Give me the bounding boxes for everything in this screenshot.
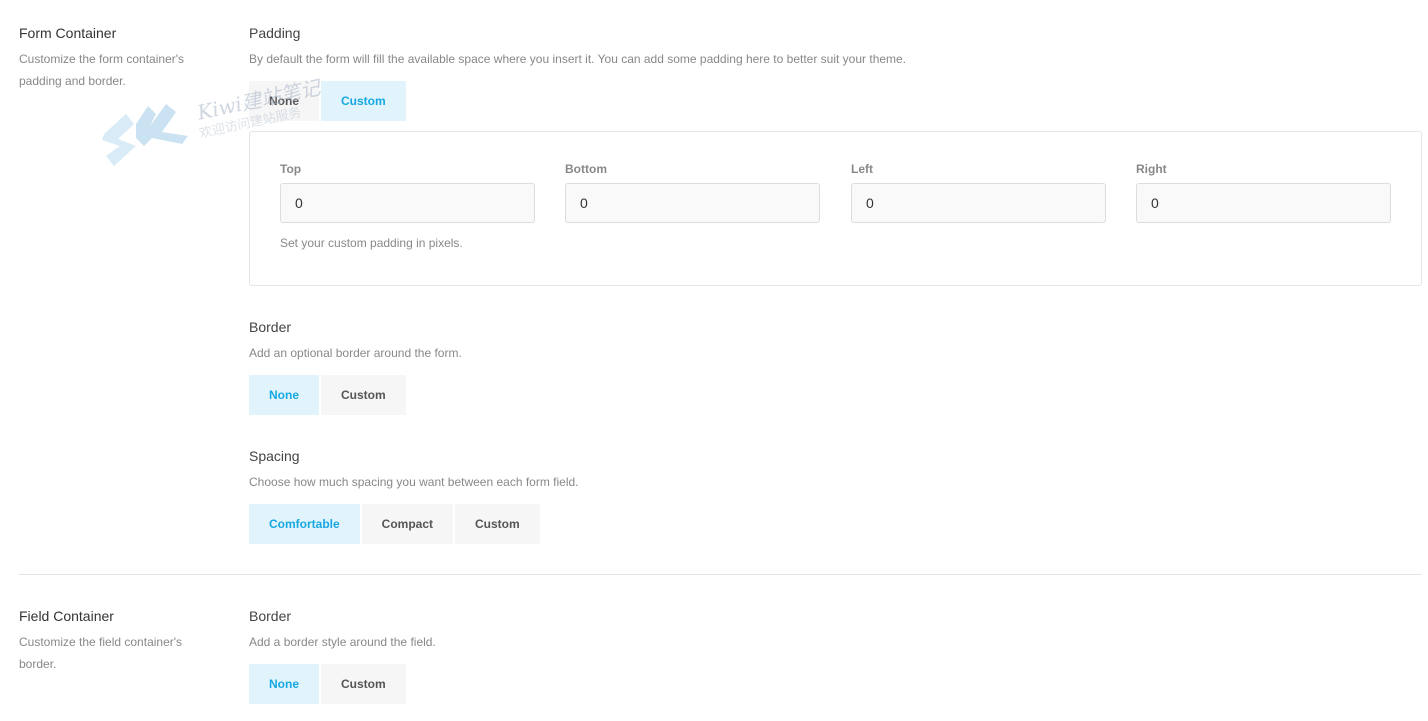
padding-left-input[interactable] <box>851 183 1106 223</box>
form-container-description: Customize the form container's padding a… <box>19 52 185 88</box>
form-container-title: Form Container <box>19 25 117 41</box>
padding-none-button[interactable]: None <box>249 81 319 121</box>
padding-title: Padding <box>249 25 301 41</box>
field-border-description: Add a border style around the field. <box>249 635 436 649</box>
field-border-custom-button[interactable]: Custom <box>321 664 406 704</box>
padding-top-input[interactable] <box>280 183 535 223</box>
spacing-options: Comfortable Compact Custom <box>249 504 542 544</box>
border-custom-button[interactable]: Custom <box>321 375 406 415</box>
spacing-compact-button[interactable]: Compact <box>361 504 454 544</box>
border-options: None Custom <box>249 375 408 415</box>
spacing-custom-button[interactable]: Custom <box>455 504 540 544</box>
padding-options: None Custom <box>249 81 408 121</box>
section-divider <box>19 574 1422 575</box>
padding-help-text: Set your custom padding in pixels. <box>280 236 463 250</box>
padding-top-field: Top <box>280 162 535 223</box>
spacing-description: Choose how much spacing you want between… <box>249 475 579 489</box>
padding-bottom-input[interactable] <box>565 183 820 223</box>
field-border-none-button[interactable]: None <box>249 664 319 704</box>
field-container-title: Field Container <box>19 608 114 624</box>
border-description: Add an optional border around the form. <box>249 346 462 360</box>
spacing-title: Spacing <box>249 448 300 464</box>
padding-description: By default the form will fill the availa… <box>249 52 907 66</box>
padding-custom-button[interactable]: Custom <box>321 81 406 121</box>
padding-bottom-field: Bottom <box>565 162 820 223</box>
spacing-comfortable-button[interactable]: Comfortable <box>249 504 360 544</box>
border-none-button[interactable]: None <box>249 375 319 415</box>
custom-padding-panel: Top Bottom Left Right Set your custom pa… <box>249 131 1422 286</box>
padding-top-label: Top <box>280 162 302 176</box>
padding-right-field: Right <box>1136 162 1391 223</box>
settings-page: Form Container Customize the form contai… <box>0 0 1428 721</box>
field-border-options: None Custom <box>249 664 408 704</box>
padding-left-field: Left <box>851 162 1106 223</box>
field-container-description: Customize the field container's border. <box>19 635 183 671</box>
padding-right-label: Right <box>1136 162 1167 176</box>
field-border-title: Border <box>249 608 292 624</box>
padding-left-label: Left <box>851 162 873 176</box>
padding-right-input[interactable] <box>1136 183 1391 223</box>
watermark-logo-icon <box>102 104 188 166</box>
border-title: Border <box>249 319 292 335</box>
padding-bottom-label: Bottom <box>565 162 607 176</box>
